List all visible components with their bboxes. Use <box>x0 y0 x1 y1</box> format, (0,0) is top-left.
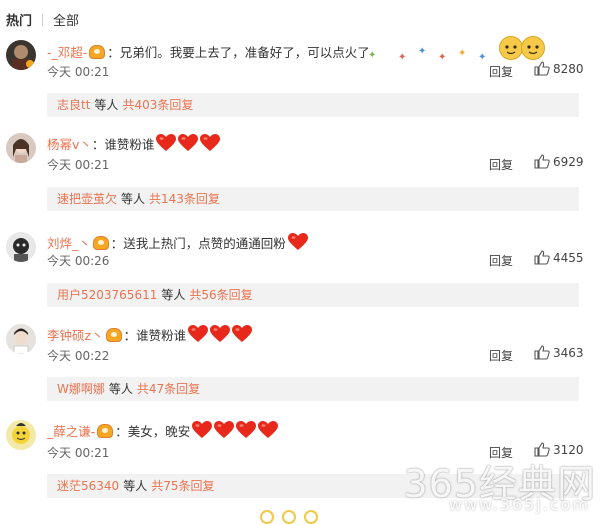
reply-count-link[interactable]: 共143条回复 <box>149 192 220 206</box>
username[interactable]: _薛之谦- <box>47 424 95 439</box>
comment-text: 谁赞粉谁 <box>104 137 155 152</box>
tab-divider <box>42 14 44 26</box>
firework-icon: ✦ <box>478 52 487 63</box>
comment-text: 兄弟们。我要上去了，准备好了，可以点火了 <box>119 45 370 60</box>
timestamp: 今天 00:21 <box>47 65 110 79</box>
heart-icon <box>156 134 177 151</box>
reply-button[interactable]: 回复 <box>489 347 513 364</box>
avatar[interactable] <box>6 133 36 163</box>
like-count: 3463 <box>553 346 584 360</box>
heart-icon <box>192 421 213 438</box>
heart-icon <box>287 233 308 250</box>
comment-line: 杨幂v丶：谁赞粉谁 <box>47 134 222 155</box>
tab-all[interactable]: 全部 <box>53 10 79 29</box>
like-count: 4455 <box>553 251 584 265</box>
tab-hot[interactable]: 热门 <box>6 10 32 29</box>
heart-icon <box>188 325 209 342</box>
avatar[interactable] <box>6 232 36 262</box>
reply-button[interactable]: 回复 <box>489 156 513 173</box>
firework-icon: ✦ <box>368 50 377 61</box>
like-button[interactable]: 4455 <box>534 250 584 265</box>
vip-badge-icon <box>105 328 122 342</box>
timestamp: 今天 00:21 <box>47 158 110 172</box>
reply-count-link[interactable]: 共56条回复 <box>189 288 252 302</box>
thumbs-up-icon <box>534 250 550 265</box>
avatar[interactable] <box>6 324 36 354</box>
avatar[interactable] <box>6 40 36 70</box>
username[interactable]: 杨幂v丶 <box>47 137 92 152</box>
loading-dot-icon <box>304 510 318 524</box>
firework-icon: ✦ <box>418 46 427 57</box>
reply-username[interactable]: W娜啊娜 <box>57 382 105 396</box>
like-button[interactable]: 3463 <box>534 345 584 360</box>
username[interactable]: -_邓超- <box>47 45 87 60</box>
timestamp: 今天 00:22 <box>47 349 110 363</box>
vip-badge-icon <box>89 45 106 59</box>
comment-line: 刘烨_丶 ：送我上热门，点赞的通通回粉 <box>47 233 310 254</box>
comment-line: _薛之谦- ：美女，晚安 <box>47 421 280 442</box>
heart-icon <box>258 421 279 438</box>
heart-icon <box>236 421 257 438</box>
like-button[interactable]: 8280 <box>534 61 584 76</box>
reply-username[interactable]: 用户5203765611 <box>57 288 157 302</box>
heart-emojis <box>188 325 254 346</box>
comment-text: 送我上热门，点赞的通通回粉 <box>123 236 286 251</box>
thumbs-up-icon <box>534 154 550 169</box>
vip-badge-icon <box>97 424 114 438</box>
reply-summary[interactable]: 速把壶茧欠 等人 共143条回复 <box>47 187 579 211</box>
reply-username[interactable]: 迷茫56340 <box>57 479 119 493</box>
comment-text: 谁赞粉谁 <box>136 328 187 343</box>
like-count: 6929 <box>553 155 584 169</box>
comment-line: 李钟硕z丶 ：谁赞粉谁 <box>47 325 254 346</box>
thumbs-up-icon <box>534 61 550 76</box>
reply-username[interactable]: 速把壶茧欠 <box>57 192 117 206</box>
reply-count-link[interactable]: 共47条回复 <box>137 382 200 396</box>
like-count: 8280 <box>553 62 584 76</box>
firework-icon: ✦ <box>458 48 467 59</box>
heart-icon <box>210 325 231 342</box>
cat-emoji-icon <box>499 36 523 60</box>
comment-text: 美女，晚安 <box>127 424 191 439</box>
reply-summary[interactable]: W娜啊娜 等人 共47条回复 <box>47 377 579 401</box>
reply-summary[interactable]: 用户5203765611 等人 共56条回复 <box>47 283 579 307</box>
reply-count-link[interactable]: 共403条回复 <box>122 98 193 112</box>
heart-icon <box>232 325 253 342</box>
vip-badge-icon <box>92 236 109 250</box>
reply-button[interactable]: 回复 <box>489 252 513 269</box>
watermark-url: www.365j.com <box>448 495 590 514</box>
firework-icon: ✦ <box>438 52 447 63</box>
heart-icon <box>200 134 221 151</box>
reply-button[interactable]: 回复 <box>489 63 513 80</box>
heart-icon <box>214 421 235 438</box>
reply-summary[interactable]: 志良tt 等人 共403条回复 <box>47 93 579 117</box>
username[interactable]: 李钟硕z丶 <box>47 328 104 343</box>
heart-emojis <box>156 134 222 155</box>
firework-icon: ✦ <box>398 52 407 63</box>
cat-emoji-icon <box>521 36 545 60</box>
thumbs-up-icon <box>534 345 550 360</box>
heart-emojis <box>287 233 310 254</box>
reply-count-link[interactable]: 共75条回复 <box>151 479 214 493</box>
heart-emojis <box>192 421 280 442</box>
loading-dot-icon <box>282 510 296 524</box>
comment-line: -_邓超- ：兄弟们。我要上去了，准备好了，可以点火了 <box>47 45 370 60</box>
reply-username[interactable]: 志良tt <box>57 98 90 112</box>
username[interactable]: 刘烨_丶 <box>47 236 91 251</box>
like-button[interactable]: 6929 <box>534 154 584 169</box>
timestamp: 今天 00:26 <box>47 254 110 268</box>
heart-icon <box>178 134 199 151</box>
comment-tabs: 热门 全部 <box>6 10 85 29</box>
timestamp: 今天 00:21 <box>47 446 110 460</box>
avatar[interactable] <box>6 420 36 450</box>
loading-dot-icon <box>260 510 274 524</box>
